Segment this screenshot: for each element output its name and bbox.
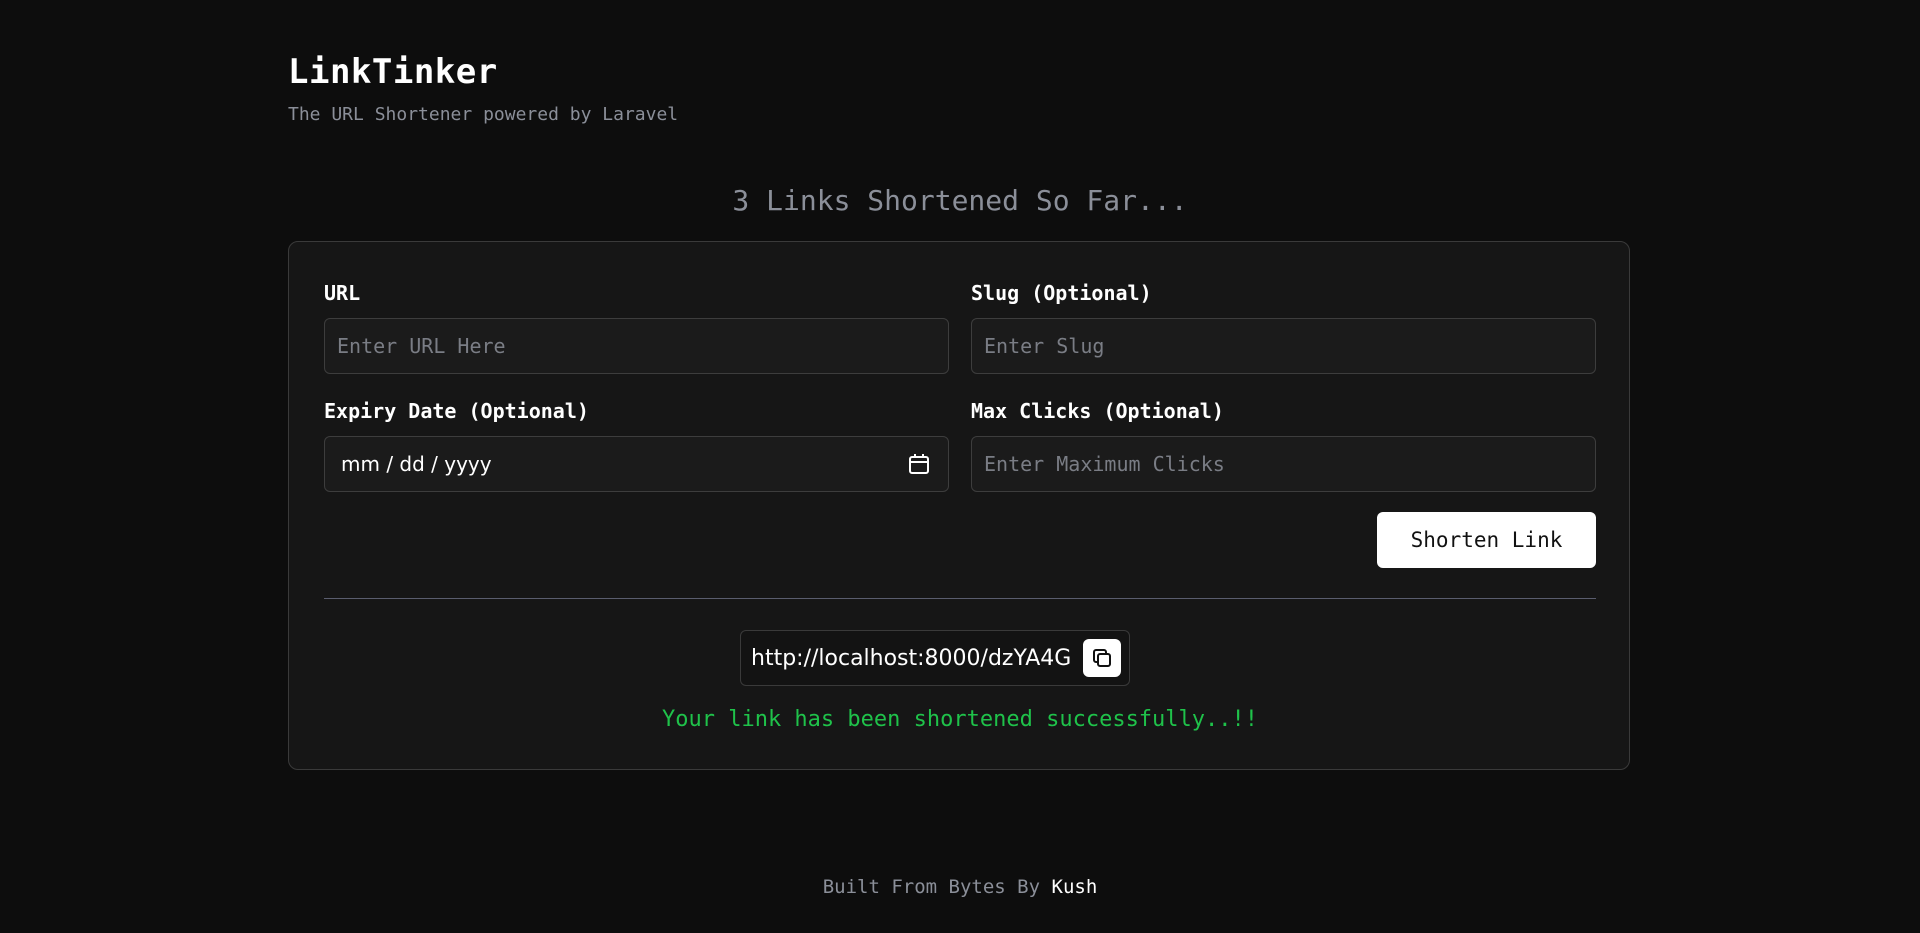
url-label: URL	[324, 281, 361, 305]
shortener-card: URL Slug (Optional) Expiry Date (Optiona…	[288, 241, 1630, 770]
max-clicks-label: Max Clicks (Optional)	[971, 399, 1224, 423]
footer: Built From Bytes By Kush	[0, 875, 1920, 899]
page: LinkTinker The URL Shortener powered by …	[0, 0, 1920, 933]
short-url-box: http://localhost:8000/dzYA4G	[740, 630, 1131, 686]
url-input[interactable]	[324, 318, 949, 374]
divider	[324, 598, 1596, 599]
slug-input[interactable]	[971, 318, 1596, 374]
success-message: Your link has been shortened successfull…	[661, 707, 1259, 732]
expiry-label: Expiry Date (Optional)	[324, 399, 589, 423]
expiry-date-placeholder: mm / dd / yyyy	[341, 452, 492, 476]
copy-icon	[1090, 646, 1114, 670]
shorten-link-button[interactable]: Shorten Link	[1377, 512, 1596, 568]
slug-field: Slug (Optional)	[971, 281, 1596, 374]
links-counter: 3 Links Shortened So Far...	[732, 184, 1188, 217]
footer-prefix: Built From Bytes By	[822, 876, 1052, 898]
copy-button[interactable]	[1083, 639, 1122, 677]
expiry-field: Expiry Date (Optional) mm / dd / yyyy	[324, 399, 949, 492]
app-title: LinkTinker	[288, 52, 498, 92]
calendar-icon[interactable]	[906, 451, 932, 477]
max-clicks-field: Max Clicks (Optional)	[971, 399, 1596, 492]
footer-author-link[interactable]: Kush	[1052, 876, 1098, 898]
expiry-date-input[interactable]: mm / dd / yyyy	[324, 436, 949, 492]
app-subtitle: The URL Shortener powered by Laravel	[288, 104, 679, 125]
url-field: URL	[324, 281, 949, 374]
header: LinkTinker The URL Shortener powered by …	[288, 52, 678, 126]
slug-label: Slug (Optional)	[971, 281, 1152, 305]
short-url[interactable]: http://localhost:8000/dzYA4G	[751, 646, 1071, 671]
max-clicks-input[interactable]	[971, 436, 1596, 492]
